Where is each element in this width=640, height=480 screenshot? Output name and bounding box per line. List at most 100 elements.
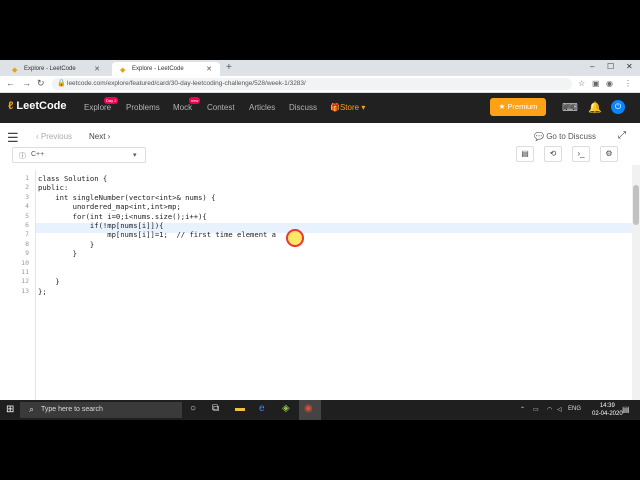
code-line[interactable]: }	[38, 249, 77, 258]
caret-down-icon: ▾	[359, 103, 366, 112]
notification-bell-icon[interactable]: 🔔	[588, 101, 602, 114]
extension-icon[interactable]: ▣	[592, 79, 600, 88]
nav-mock[interactable]: Mock new	[173, 97, 201, 112]
close-tab-icon[interactable]: ✕	[206, 65, 212, 73]
forward-icon[interactable]: →	[22, 78, 31, 88]
day-badge: Day 2	[104, 97, 119, 104]
line-number: 2	[25, 183, 29, 192]
reset-icon[interactable]: ⟲	[544, 146, 562, 162]
line-number: 13	[21, 286, 29, 295]
tray-chevron-icon[interactable]: ⌃	[520, 406, 525, 413]
language-select[interactable]: ⓘ C++ ▾	[12, 147, 146, 163]
code-line[interactable]: public:	[38, 183, 68, 192]
file-explorer-icon[interactable]: ▬	[235, 403, 245, 414]
code-editor[interactable]: 1 2 3 4 5 6 7 8 9 10 11 12 13 class Solution {public…	[0, 170, 632, 410]
volume-icon[interactable]: ◁	[557, 406, 562, 413]
line-number: 5	[25, 211, 29, 220]
vertical-scrollbar[interactable]	[632, 165, 640, 405]
search-icon: ⌕	[29, 404, 35, 414]
browser-tab-active[interactable]: ◆ Explore - LeetCode ✕	[112, 62, 220, 76]
nav-contest[interactable]: Contest	[207, 103, 235, 112]
url-field[interactable]: 🔒 leetcode.com/explore/featured/card/30-…	[52, 78, 572, 90]
leetcode-logo-icon: ℓ	[8, 100, 14, 112]
tab-title: Explore - LeetCode	[132, 66, 184, 72]
leetcode-favicon-icon: ◆	[12, 67, 18, 74]
expand-icon[interactable]: ⤢	[618, 130, 626, 141]
star-icon: ★	[498, 102, 506, 111]
minimize-icon[interactable]: –	[590, 62, 594, 71]
windows-taskbar: ⊞ ⌕ Type here to search ○ ⧉ ▬ e ◈ ◉ ⌃ ▭ …	[0, 400, 640, 420]
code-line[interactable]: unordered_map<int,int>mp;	[38, 202, 181, 211]
leetcode-logo[interactable]: ℓ LeetCode	[8, 100, 67, 112]
line-number: 6	[25, 221, 29, 229]
code-line[interactable]: }	[38, 240, 94, 249]
nav-problems[interactable]: Problems	[126, 103, 160, 112]
console-icon[interactable]: ›_	[572, 146, 590, 162]
new-tab-icon[interactable]: +	[226, 62, 232, 73]
language-label: C++	[31, 151, 45, 158]
code-line[interactable]: };	[38, 287, 47, 296]
line-number-gutter: 1 2 3 4 5 6 7 8 9 10 11 12 13	[0, 170, 36, 400]
next-button[interactable]: Next ›	[89, 132, 110, 141]
task-view-icon[interactable]: ⧉	[212, 403, 219, 414]
info-icon: ⓘ	[19, 153, 26, 160]
gift-icon: 🎁	[330, 103, 340, 112]
nav-store[interactable]: 🎁Store ▾	[330, 103, 365, 112]
mouse-cursor-highlight	[286, 229, 304, 247]
back-icon[interactable]: ←	[6, 78, 15, 88]
lock-icon: 🔒	[57, 80, 66, 87]
url-text: leetcode.com/explore/featured/card/30-da…	[67, 80, 306, 87]
menu-dots-icon[interactable]: ⋮	[624, 79, 632, 88]
close-window-icon[interactable]: ✕	[626, 62, 633, 71]
notes-icon[interactable]: ▤	[516, 146, 534, 162]
network-icon[interactable]: ▭	[533, 406, 539, 413]
leetcode-header: ℓ LeetCode Explore Day 2 Problems Mock ne…	[0, 93, 640, 123]
edge-icon[interactable]: e	[259, 403, 265, 414]
line-number: 4	[25, 202, 29, 211]
settings-gear-icon[interactable]: ⚙	[600, 146, 618, 162]
line-number: 12	[21, 277, 29, 286]
editor-toolbar: ⓘ C++ ▾ ▤ ⟲ ›_ ⚙	[0, 146, 640, 165]
nav-articles[interactable]: Articles	[249, 103, 275, 112]
android-studio-icon[interactable]: ◈	[282, 403, 290, 414]
action-center-icon[interactable]: ▤	[622, 405, 630, 414]
code-line[interactable]: mp[nums[i]]=1; // first time element a	[38, 230, 276, 239]
language-indicator[interactable]: ENG	[568, 406, 581, 412]
tab-title: Explore - LeetCode	[24, 66, 76, 72]
chrome-icon[interactable]: ◉	[304, 403, 313, 414]
menu-hamburger-icon[interactable]: ☰	[7, 130, 19, 146]
avatar[interactable]: ⏻	[611, 100, 625, 114]
screen: ◆ Explore - LeetCode ✕ ◆ Explore - LeetC…	[0, 60, 640, 420]
taskbar-search-input[interactable]: ⌕ Type here to search	[20, 402, 182, 418]
leetcode-favicon-icon: ◆	[120, 67, 126, 74]
previous-button[interactable]: ‹ Previous	[36, 132, 72, 141]
wifi-icon[interactable]: ◠	[547, 406, 552, 413]
nav-discuss[interactable]: Discuss	[289, 103, 317, 112]
chat-bubble-icon: 💬	[534, 132, 544, 141]
terminal-icon[interactable]: ⌨	[562, 101, 578, 114]
browser-tab[interactable]: ◆ Explore - LeetCode ✕	[4, 62, 108, 76]
windows-start-icon[interactable]: ⊞	[6, 404, 14, 415]
code-line[interactable]: int singleNumber(vector<int>& nums) {	[38, 193, 215, 202]
code-line[interactable]: for(int i=0;i<nums.size();i++){	[38, 212, 207, 221]
star-icon[interactable]: ☆	[578, 79, 585, 88]
new-badge: new	[189, 97, 201, 104]
extension-icon[interactable]: ◉	[606, 79, 613, 88]
go-to-discuss-button[interactable]: 💬 Go to Discuss	[534, 132, 596, 141]
search-placeholder: Type here to search	[41, 406, 103, 413]
maximize-icon[interactable]: ☐	[607, 62, 614, 71]
close-tab-icon[interactable]: ✕	[94, 65, 100, 73]
nav-explore[interactable]: Explore Day 2	[84, 97, 119, 112]
line-number: 9	[25, 249, 29, 258]
line-number: 1	[25, 174, 29, 182]
premium-button[interactable]: ★ Premium	[490, 98, 546, 116]
cortana-icon[interactable]: ○	[190, 403, 196, 414]
code-line[interactable]: if(!mp[nums[i]]){	[38, 221, 164, 230]
line-number: 10	[21, 258, 29, 267]
reload-icon[interactable]: ↻	[37, 78, 45, 89]
code-line[interactable]: }	[38, 277, 59, 286]
line-number: 7	[25, 230, 29, 239]
code-line[interactable]: class Solution {	[38, 174, 107, 183]
clock[interactable]: 14:39 02-04-2020	[592, 402, 623, 418]
scrollbar-thumb[interactable]	[633, 185, 639, 225]
